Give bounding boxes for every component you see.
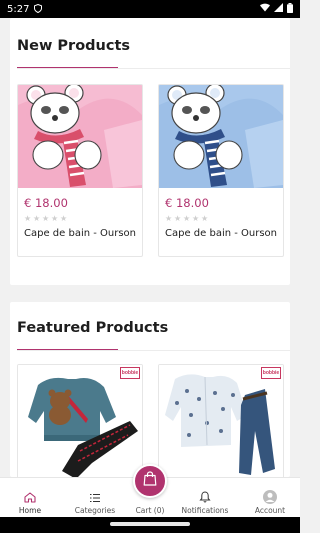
- product-price: € 18.00: [24, 196, 68, 210]
- section-title-featured-products: Featured Products: [17, 320, 169, 336]
- rating-stars: ★ ★ ★ ★ ★: [24, 215, 68, 223]
- section-divider: [17, 68, 290, 69]
- product-image[interactable]: [159, 85, 283, 188]
- status-time: 5:27: [7, 3, 30, 15]
- brand-badge: bobbie: [261, 367, 281, 379]
- product-card[interactable]: bobbie: [17, 364, 143, 477]
- nav-label: Notifications: [181, 506, 229, 515]
- nav-label: Categories: [74, 506, 116, 515]
- signal-icon: [274, 3, 283, 15]
- product-name[interactable]: Cape de bain - Ourson: [165, 228, 277, 239]
- product-name[interactable]: Cape de bain - Ourson: [24, 228, 136, 239]
- product-image[interactable]: [18, 85, 142, 188]
- system-navigation-bar: [0, 517, 300, 533]
- star-icon: ★: [60, 214, 68, 223]
- star-icon: ★: [201, 214, 209, 223]
- star-icon: ★: [33, 214, 41, 223]
- section-divider: [17, 350, 290, 351]
- nav-label: Account: [254, 506, 286, 515]
- star-icon: ★: [42, 214, 50, 223]
- featured-products-section: Featured Products bobbie bobbie: [10, 302, 290, 477]
- star-icon: ★: [24, 214, 32, 223]
- nav-label: Cart (0): [135, 506, 165, 515]
- product-card[interactable]: bobbie: [158, 364, 284, 477]
- wifi-icon: [260, 3, 270, 15]
- nav-categories[interactable]: Categories: [65, 478, 125, 518]
- star-icon: ★: [192, 214, 200, 223]
- brand-badge: bobbie: [120, 367, 140, 379]
- battery-icon: [287, 2, 293, 16]
- star-icon: ★: [51, 214, 59, 223]
- product-image[interactable]: bobbie: [159, 365, 283, 477]
- star-icon: ★: [174, 214, 182, 223]
- nav-home[interactable]: Home: [0, 478, 60, 518]
- new-products-section: New Products € 18.00 ★ ★ ★ ★ ★ Cape de b…: [10, 18, 290, 285]
- nav-label: Home: [18, 506, 42, 515]
- cart-button[interactable]: [133, 464, 167, 498]
- shield-icon: [34, 3, 43, 15]
- home-gesture-pill[interactable]: [110, 522, 190, 526]
- star-icon: ★: [165, 214, 173, 223]
- nav-account[interactable]: Account: [240, 478, 300, 518]
- status-bar: 5:27: [0, 0, 300, 18]
- product-card[interactable]: € 18.00 ★ ★ ★ ★ ★ Cape de bain - Ourson: [17, 84, 143, 257]
- product-price: € 18.00: [165, 196, 209, 210]
- section-title-new-products: New Products: [17, 38, 131, 54]
- shopping-bag-icon: [143, 471, 157, 491]
- rating-stars: ★ ★ ★ ★ ★: [165, 215, 209, 223]
- product-card[interactable]: € 18.00 ★ ★ ★ ★ ★ Cape de bain - Ourson: [158, 84, 284, 257]
- nav-notifications[interactable]: Notifications: [175, 478, 235, 518]
- product-image[interactable]: bobbie: [18, 365, 142, 477]
- star-icon: ★: [183, 214, 191, 223]
